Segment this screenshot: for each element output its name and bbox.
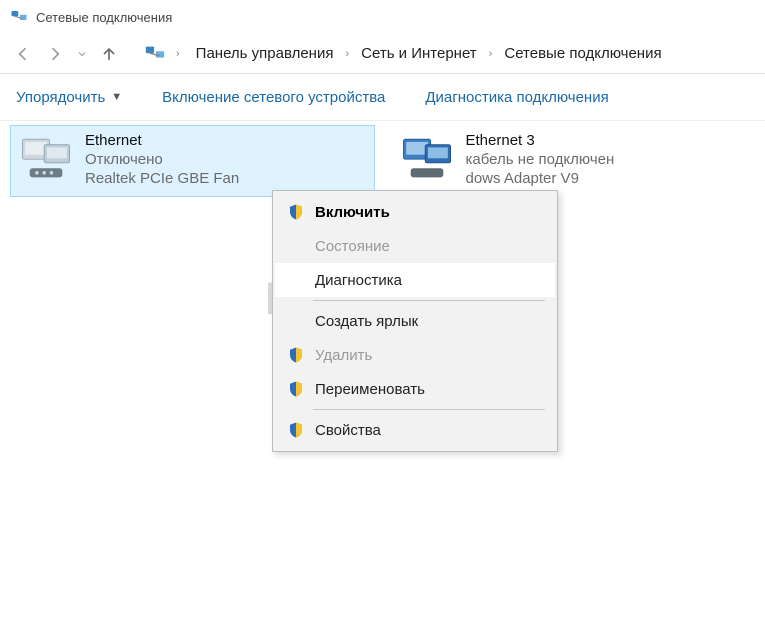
forward-button[interactable] (44, 44, 66, 64)
adapter-status: кабель не подключен (466, 151, 615, 168)
window-title: Сетевые подключения (36, 10, 172, 25)
ctx-label: Включить (315, 204, 390, 221)
up-button[interactable] (98, 44, 120, 64)
nav-bar: › Панель управления › Сеть и Интернет › … (0, 34, 765, 74)
ctx-label: Удалить (315, 347, 372, 364)
shield-icon (285, 419, 307, 441)
back-button[interactable] (12, 44, 34, 64)
ctx-properties[interactable]: Свойства (275, 413, 555, 447)
adapter-item[interactable]: Ethernet 3 кабель не подключен dows Adap… (391, 125, 756, 197)
adapter-info: Ethernet 3 кабель не подключен dows Adap… (466, 132, 615, 190)
crumb-connections[interactable]: Сетевые подключения (498, 42, 667, 65)
adapter-list: Ethernet Отключено Realtek PCIe GBE Fan … (0, 121, 765, 201)
ctx-enable[interactable]: Включить (275, 195, 555, 229)
recent-dropdown[interactable] (76, 48, 88, 60)
app-icon (10, 8, 28, 26)
enable-device-button[interactable]: Включение сетевого устройства (162, 89, 385, 106)
ctx-shortcut[interactable]: Создать ярлык (275, 304, 555, 338)
ctx-status: Состояние (275, 229, 555, 263)
ctx-rename[interactable]: Переименовать (275, 372, 555, 406)
chevron-right-icon: › (176, 48, 180, 60)
chevron-right-icon: › (345, 48, 349, 60)
adapter-device: Realtek PCIe GBE Fan (85, 170, 239, 187)
adapter-name: Ethernet (85, 132, 239, 149)
separator (313, 300, 545, 301)
adapter-info: Ethernet Отключено Realtek PCIe GBE Fan (85, 132, 239, 190)
separator (313, 409, 545, 410)
adapter-item[interactable]: Ethernet Отключено Realtek PCIe GBE Fan (10, 125, 375, 197)
ctx-label: Свойства (315, 422, 381, 439)
crumb-control-panel[interactable]: Панель управления (190, 42, 340, 65)
ctx-diagnostics[interactable]: Диагностика (275, 263, 555, 297)
adapter-icon (17, 132, 75, 190)
breadcrumb: Панель управления › Сеть и Интернет › Се… (190, 42, 668, 65)
adapter-device: dows Adapter V9 (466, 170, 615, 187)
titlebar: Сетевые подключения (0, 0, 765, 34)
organize-menu[interactable]: Упорядочить ▼ (16, 89, 122, 106)
chevron-down-icon: ▼ (111, 91, 122, 103)
adapter-name: Ethernet 3 (466, 132, 615, 149)
organize-label: Упорядочить (16, 89, 105, 106)
ctx-label: Создать ярлык (315, 313, 418, 330)
address-bar-icon[interactable] (144, 43, 166, 65)
shield-icon (285, 201, 307, 223)
context-menu: Включить Состояние Диагностика Создать я… (272, 190, 558, 452)
ctx-label: Диагностика (315, 272, 402, 289)
adapter-icon (398, 132, 456, 190)
ctx-label: Состояние (315, 238, 390, 255)
adapter-status: Отключено (85, 151, 239, 168)
shield-icon (285, 344, 307, 366)
diagnostics-button[interactable]: Диагностика подключения (425, 89, 608, 106)
chevron-right-icon: › (489, 48, 493, 60)
ctx-delete: Удалить (275, 338, 555, 372)
shield-icon (285, 378, 307, 400)
ctx-label: Переименовать (315, 381, 425, 398)
toolbar: Упорядочить ▼ Включение сетевого устройс… (0, 74, 765, 120)
crumb-network[interactable]: Сеть и Интернет (355, 42, 483, 65)
